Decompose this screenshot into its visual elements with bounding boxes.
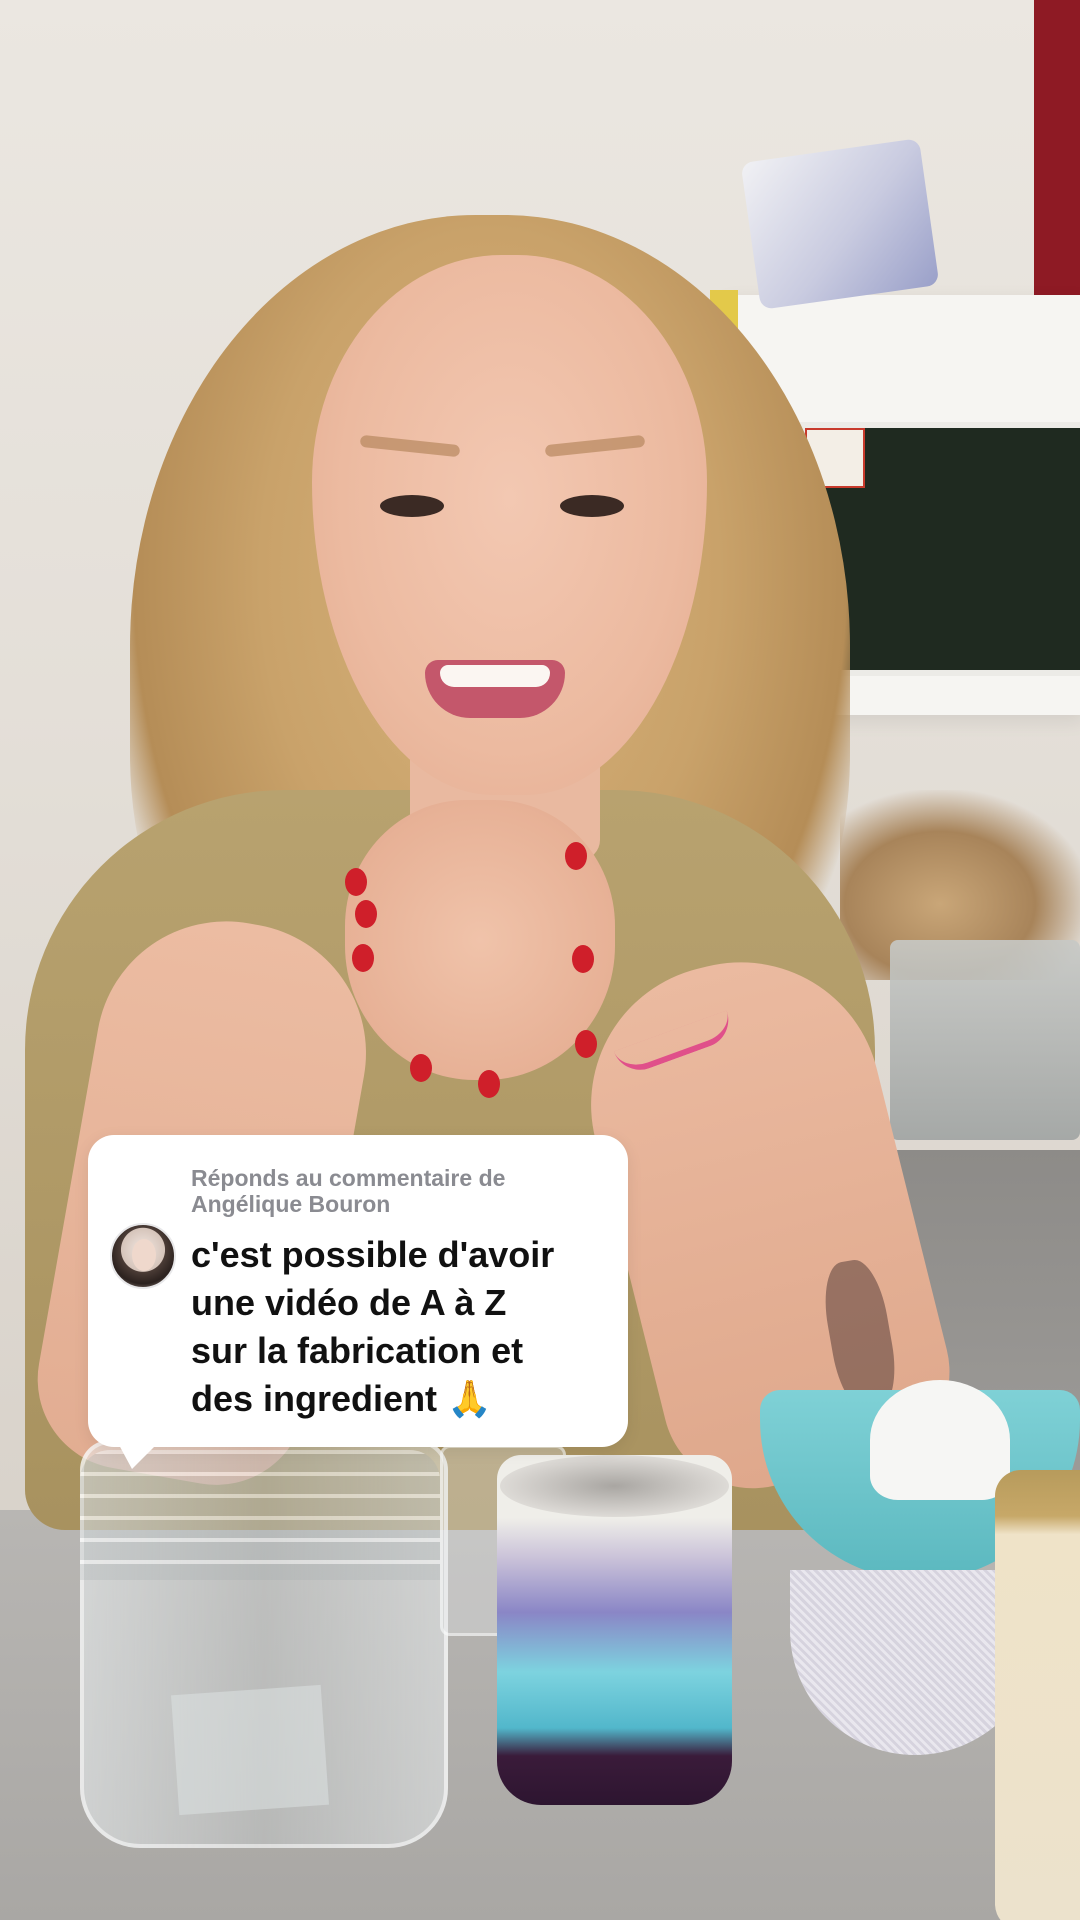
- red-wall-panel: [1034, 0, 1080, 295]
- teeth: [440, 665, 550, 687]
- glass-jar-rings: [80, 1450, 440, 1580]
- paper-towel-pack: [740, 138, 940, 310]
- reply-header-label: Réponds au commentaire de: [191, 1165, 506, 1191]
- nail: [572, 945, 594, 973]
- comment-line: une vidéo de A à Z: [191, 1282, 507, 1323]
- right-eye: [560, 495, 624, 517]
- nail: [575, 1030, 597, 1058]
- nail: [352, 944, 374, 972]
- comment-line: c'est possible d'avoir: [191, 1234, 555, 1275]
- comment-reply-sticker[interactable]: Réponds au commentaire de Angélique Bour…: [88, 1135, 628, 1469]
- reply-header: Réponds au commentaire de Angélique Bour…: [191, 1165, 611, 1217]
- nail: [410, 1054, 432, 1082]
- comment-line: sur la fabrication et: [191, 1330, 524, 1371]
- video-frame[interactable]: [0, 0, 1080, 1920]
- nail: [355, 900, 377, 928]
- left-eye: [380, 495, 444, 517]
- comment-text: c'est possible d'avoir une vidéo de A à …: [191, 1231, 611, 1423]
- nail: [565, 842, 587, 870]
- avatar-face: [132, 1239, 156, 1271]
- background-jars: [890, 940, 1080, 1140]
- nail: [478, 1070, 500, 1098]
- commenter-avatar-icon[interactable]: [110, 1223, 176, 1289]
- nail: [345, 868, 367, 896]
- white-funnel: [870, 1380, 1010, 1500]
- front-jar: [995, 1470, 1080, 1920]
- comment-line: des ingredient 🙏: [191, 1378, 492, 1419]
- commenter-name[interactable]: Angélique Bouron: [191, 1191, 611, 1217]
- jar-label: [170, 1684, 330, 1816]
- cup-rim: [500, 1455, 729, 1517]
